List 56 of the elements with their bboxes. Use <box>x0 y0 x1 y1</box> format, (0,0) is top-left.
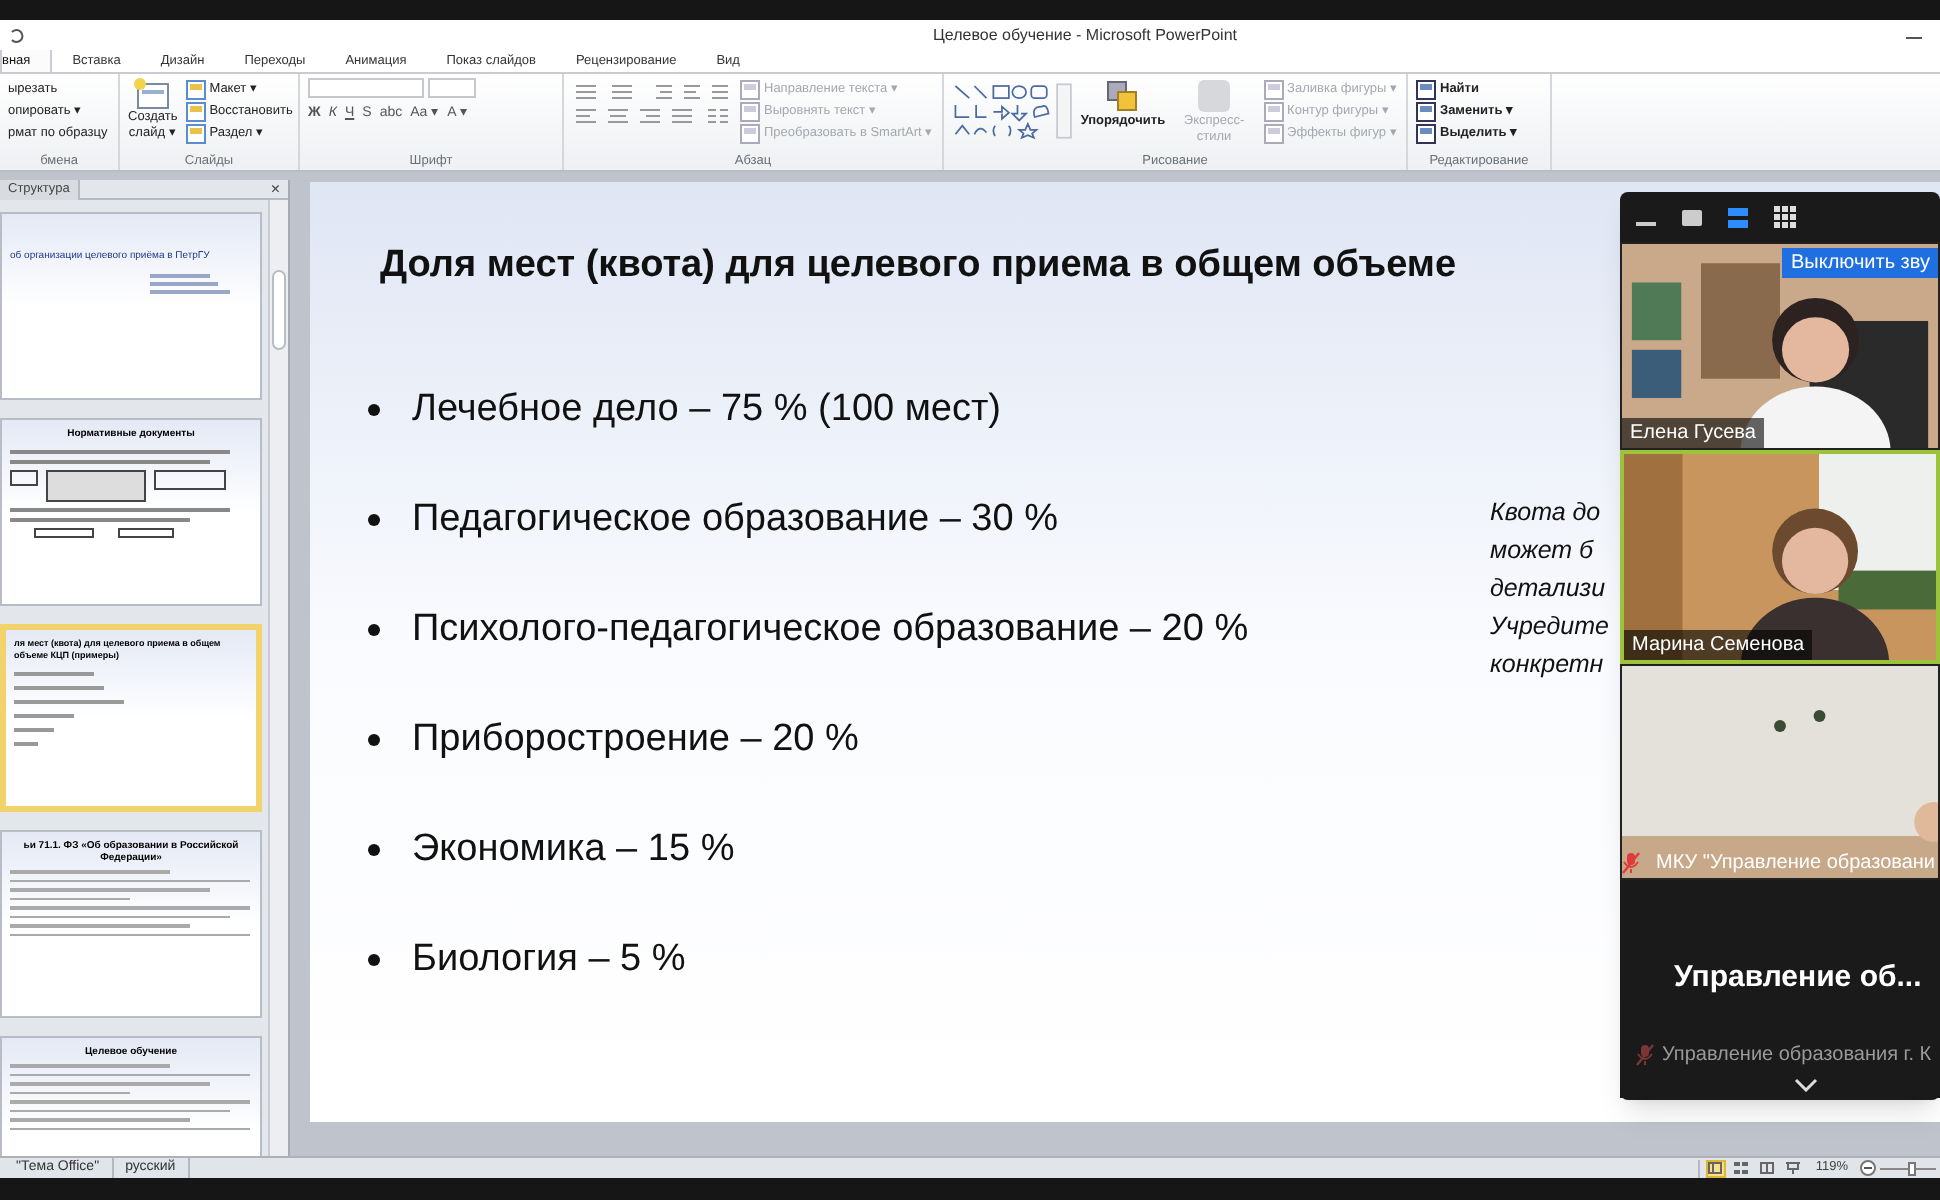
bullet-icon <box>368 953 380 965</box>
close-button[interactable]: × <box>262 179 288 199</box>
quick-styles-icon <box>1196 78 1233 114</box>
scrollbar[interactable] <box>268 200 288 1156</box>
participant-title: Управление об... <box>1674 958 1922 998</box>
normal-view-icon <box>1708 1162 1723 1174</box>
slide-icon <box>134 78 171 110</box>
note-text: может б <box>1490 533 1596 567</box>
note-text: детализи <box>1490 571 1608 605</box>
bullet-text: Приборостроение – 20 % <box>412 715 859 763</box>
participant-name: Управление образования г. К <box>1662 1042 1932 1070</box>
participant-name: Елена Гусева <box>1622 418 1764 448</box>
window-icon[interactable] <box>1682 209 1702 225</box>
bullet-text: Лечебное дело – 75 % (100 мест) <box>412 385 1002 433</box>
mute-button[interactable]: Выключить зву <box>1782 248 1938 278</box>
bullet-icon <box>368 623 380 635</box>
window-title: Целевое обучение - Microsoft PowerPoint <box>933 23 1237 47</box>
bullet-icon <box>368 733 380 745</box>
bullet-icon <box>368 403 380 415</box>
zoom-slider-thumb[interactable] <box>1908 1161 1917 1175</box>
bullet-icon <box>368 513 380 525</box>
align-buttons-icon[interactable] <box>572 106 732 124</box>
undo-icon[interactable] <box>8 27 24 43</box>
bullet-icon <box>368 843 380 855</box>
view-button[interactable] <box>1705 1159 1726 1177</box>
book-view-icon <box>1760 1162 1775 1174</box>
font-size-field[interactable] <box>428 78 476 98</box>
chevron-down-icon[interactable] <box>1794 1078 1818 1092</box>
note-text: Учредите <box>1490 609 1609 644</box>
diagram-box <box>154 469 226 489</box>
diagram-box <box>10 469 38 485</box>
slide-title: Доля мест (квота) для целевого приема в общем объеме <box>380 242 1457 290</box>
view-button[interactable] <box>1757 1159 1778 1177</box>
participant-name: Марина Семенова <box>1624 630 1813 660</box>
note-text: конкретн <box>1490 647 1606 682</box>
diagram-box <box>34 527 94 537</box>
gallery-view-icon[interactable] <box>1774 206 1796 228</box>
slideshow-icon <box>1786 1162 1801 1174</box>
speaker-view-icon[interactable] <box>1728 207 1748 227</box>
view-button[interactable] <box>1731 1159 1752 1177</box>
list-buttons-icon[interactable] <box>572 82 732 100</box>
font-name-field[interactable] <box>308 78 424 98</box>
participant-name: МКУ "Управление образовани <box>1654 850 1938 878</box>
bullet-text: Экономика – 15 % <box>412 825 735 873</box>
arrange-icon <box>1104 78 1141 114</box>
diagram-box <box>46 469 146 501</box>
muted-microphone-icon <box>1622 852 1640 874</box>
shapes-gallery-icon[interactable] <box>952 78 1073 144</box>
diagram-box <box>118 527 174 537</box>
bullet-text: Биология – 5 % <box>412 935 686 983</box>
bullet-text: Педагогическое образование – 30 % <box>412 495 1058 543</box>
grid-view-icon <box>1734 1162 1749 1174</box>
note-text: Квота до <box>1490 495 1603 529</box>
view-button[interactable] <box>1783 1159 1804 1177</box>
zoom-out-icon[interactable] <box>1860 1160 1876 1176</box>
bullet-text: Психолого-педагогическое образование – 20 % <box>412 605 1249 653</box>
